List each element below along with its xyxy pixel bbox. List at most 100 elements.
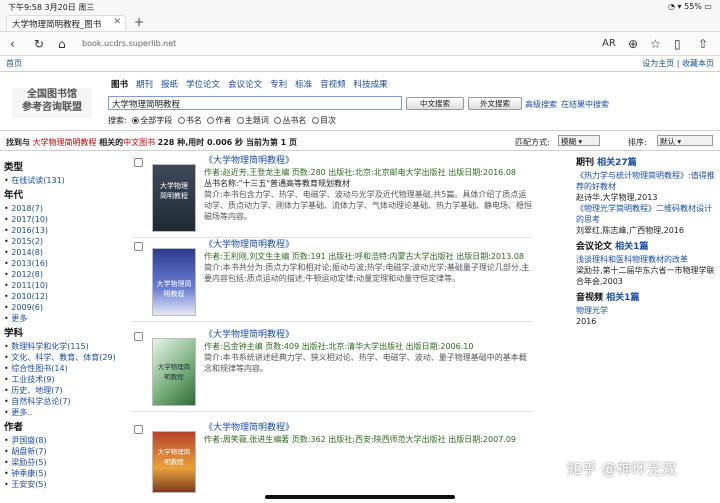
book-cover-image[interactable]: 大学物理简明教程 <box>152 338 196 406</box>
related-panel: 期刊 相关27篇 《热力学与统计物理简明教程》:值得推荐的好教材 赵诗华,大学物… <box>576 158 716 327</box>
channel-tech[interactable]: 科技成果 <box>354 80 388 90</box>
related-meta: 赵诗华,大学物理,2013 <box>576 193 658 202</box>
facet-item[interactable]: • 在线试读(131) <box>4 175 124 186</box>
match-label: 匹配方式: <box>515 138 550 147</box>
scope-radio-subject[interactable] <box>236 117 244 124</box>
related-link[interactable]: 《物理光学简明教程》二维码教材设计的思考 <box>576 204 712 224</box>
scope-radio-series[interactable] <box>274 117 282 124</box>
result-checkbox[interactable] <box>134 332 143 341</box>
facet-item[interactable]: • 2014(8) <box>4 247 124 258</box>
result-title-link[interactable]: 《大学物理简明教程》 <box>204 156 294 166</box>
facet-subject-title: 学科 <box>4 328 24 339</box>
related-conference-header[interactable]: 会议论文 相关1篇 <box>576 242 716 253</box>
status-bar: 下午9:58 3月20日 周三 ◔ ▾ 55% ▭ <box>0 0 720 14</box>
facet-item[interactable]: • 自然科学总论(7) <box>4 396 124 407</box>
home-indicator[interactable] <box>265 495 455 499</box>
facet-item[interactable]: • 梁励芬(5) <box>4 457 124 468</box>
related-link[interactable]: 物理光学 <box>576 306 608 315</box>
home-icon[interactable]: ⌂ <box>58 37 66 51</box>
channel-patents[interactable]: 专利 <box>270 80 287 90</box>
address-bar[interactable]: book.ucdrs.superlib.net <box>82 39 176 48</box>
reader-button[interactable]: AR <box>602 38 616 49</box>
result-item: 大学物理简明教程 《大学物理简明教程》 作者:周笑薇,张进生编著 页数:362 … <box>132 423 532 495</box>
divider <box>0 130 720 131</box>
book-cover-image[interactable]: 大学物理简明教程 <box>152 431 196 493</box>
facet-item[interactable]: • 钟季康(5) <box>4 468 124 479</box>
foreign-search-button[interactable]: 外文搜索 <box>468 97 522 110</box>
result-checkbox[interactable] <box>134 158 143 167</box>
browser-tab[interactable]: 大学物理简明教程_图书 ✕ <box>6 15 126 31</box>
search-in-results-link[interactable]: 在结果中搜索 <box>561 99 609 110</box>
share-icon[interactable]: ⇧ <box>698 37 708 51</box>
scope-radio-toc[interactable] <box>311 117 319 124</box>
reload-icon[interactable]: ↻ <box>34 37 44 51</box>
facet-more[interactable]: • 更多 <box>4 313 124 324</box>
result-checkbox[interactable] <box>134 425 143 434</box>
result-title-link[interactable]: 《大学物理简明教程》 <box>204 240 294 250</box>
battery-indicator: ◔ ▾ 55% ▭ <box>668 2 712 11</box>
channel-books[interactable]: 图书 <box>111 80 128 90</box>
chinese-search-button[interactable]: 中文搜索 <box>406 97 464 110</box>
scope-radio-author[interactable] <box>207 117 215 124</box>
channel-conferences[interactable]: 会议论文 <box>228 80 262 90</box>
channel-theses[interactable]: 学位论文 <box>186 80 220 90</box>
facet-item[interactable]: • 2018(7) <box>4 203 124 214</box>
related-meta: 2016 <box>576 317 597 326</box>
scope-radio-title[interactable] <box>177 117 185 124</box>
home-link[interactable]: 首页 <box>6 58 22 69</box>
result-description: 简介:本书共分为:质点力学和相对论;振动与波;热学;电磁学;波动光学;基础量子理… <box>204 263 530 283</box>
bookmark-star-icon[interactable]: ☆ <box>650 37 661 51</box>
related-journal-header[interactable]: 期刊 相关27篇 <box>576 158 716 169</box>
facet-item[interactable]: • 工业技术(9) <box>4 374 124 385</box>
facet-more[interactable]: • 更多.. <box>4 407 124 418</box>
channel-video[interactable]: 音视频 <box>320 80 346 90</box>
facet-item[interactable]: • 2009(6) <box>4 302 124 313</box>
download-icon[interactable]: ⊕ <box>628 37 638 51</box>
related-meta: 刘翠红,陈志峰,广西物理,2016 <box>576 226 684 235</box>
result-title-link[interactable]: 《大学物理简明教程》 <box>204 330 294 340</box>
channel-journals[interactable]: 期刊 <box>136 80 153 90</box>
result-item: 大学物理简明教程 《大学物理简明教程》 作者:王利刚,刘文生主编 页数:191 … <box>132 240 532 322</box>
match-select[interactable]: 模糊 ▾ <box>558 135 600 146</box>
divider <box>0 150 720 151</box>
facet-item[interactable]: • 历史、地理(7) <box>4 385 124 396</box>
facet-item[interactable]: • 胡盘新(7) <box>4 446 124 457</box>
set-home-link[interactable]: 设为主页 | 收藏本页 <box>642 58 714 69</box>
book-cover-image[interactable]: 大学物理简明教程 <box>152 248 196 316</box>
bookmarks-icon[interactable]: ▯ <box>674 37 681 51</box>
related-meta: 梁励芬,第十二届华东六省一市物理学联合年会,2003 <box>576 266 715 286</box>
result-item: 大学物理 简明教程 《大学物理简明教程》 作者:赵近芳,王登龙主编 页数:280… <box>132 156 532 238</box>
facet-item[interactable]: • 2017(10) <box>4 214 124 225</box>
facet-item[interactable]: • 2010(12) <box>4 291 124 302</box>
facet-item[interactable]: • 数理科学和化学(115) <box>4 341 124 352</box>
facet-item[interactable]: • 综合性图书(14) <box>4 363 124 374</box>
channel-standards[interactable]: 标准 <box>295 80 312 90</box>
facet-item[interactable]: • 尹国盛(8) <box>4 435 124 446</box>
advanced-search-link[interactable]: 高级搜索 <box>525 99 557 110</box>
facet-item[interactable]: • 文化、科学、教育、体育(29) <box>4 352 124 363</box>
facet-item[interactable]: • 2011(10) <box>4 280 124 291</box>
facet-year-title: 年代 <box>4 190 24 201</box>
related-link[interactable]: 浅谈理科和医科物理教材的改革 <box>576 255 688 264</box>
related-link[interactable]: 《热力学与统计物理简明教程》:值得推荐的好教材 <box>576 171 715 191</box>
facet-item[interactable]: • 2015(2) <box>4 236 124 247</box>
result-item: 大学物理简明教程 《大学物理简明教程》 作者:吕金钟主编 页数:409 出版社:… <box>132 330 532 412</box>
related-video-header[interactable]: 音视频 相关1篇 <box>576 293 716 304</box>
new-tab-icon[interactable]: + <box>134 15 144 29</box>
watermark: 知乎 @神环无双 <box>567 460 677 478</box>
facet-item[interactable]: • 2016(13) <box>4 225 124 236</box>
search-input[interactable]: 大学物理简明教程 <box>108 96 402 110</box>
sort-select[interactable]: 默认 ▾ <box>657 135 713 146</box>
channel-newspapers[interactable]: 报纸 <box>161 80 178 90</box>
facet-item[interactable]: • 2012(8) <box>4 269 124 280</box>
divider <box>0 71 720 72</box>
status-time: 下午9:58 3月20日 周三 <box>8 3 95 12</box>
result-checkbox[interactable] <box>134 242 143 251</box>
facet-item[interactable]: • 2013(16) <box>4 258 124 269</box>
result-title-link[interactable]: 《大学物理简明教程》 <box>204 423 294 433</box>
close-tab-icon[interactable]: ✕ <box>113 17 121 27</box>
facet-item[interactable]: • 王安安(5) <box>4 479 124 490</box>
back-icon[interactable]: ‹ <box>10 37 15 51</box>
scope-radio-all[interactable] <box>132 117 140 124</box>
book-cover-image[interactable]: 大学物理 简明教程 <box>152 164 196 232</box>
